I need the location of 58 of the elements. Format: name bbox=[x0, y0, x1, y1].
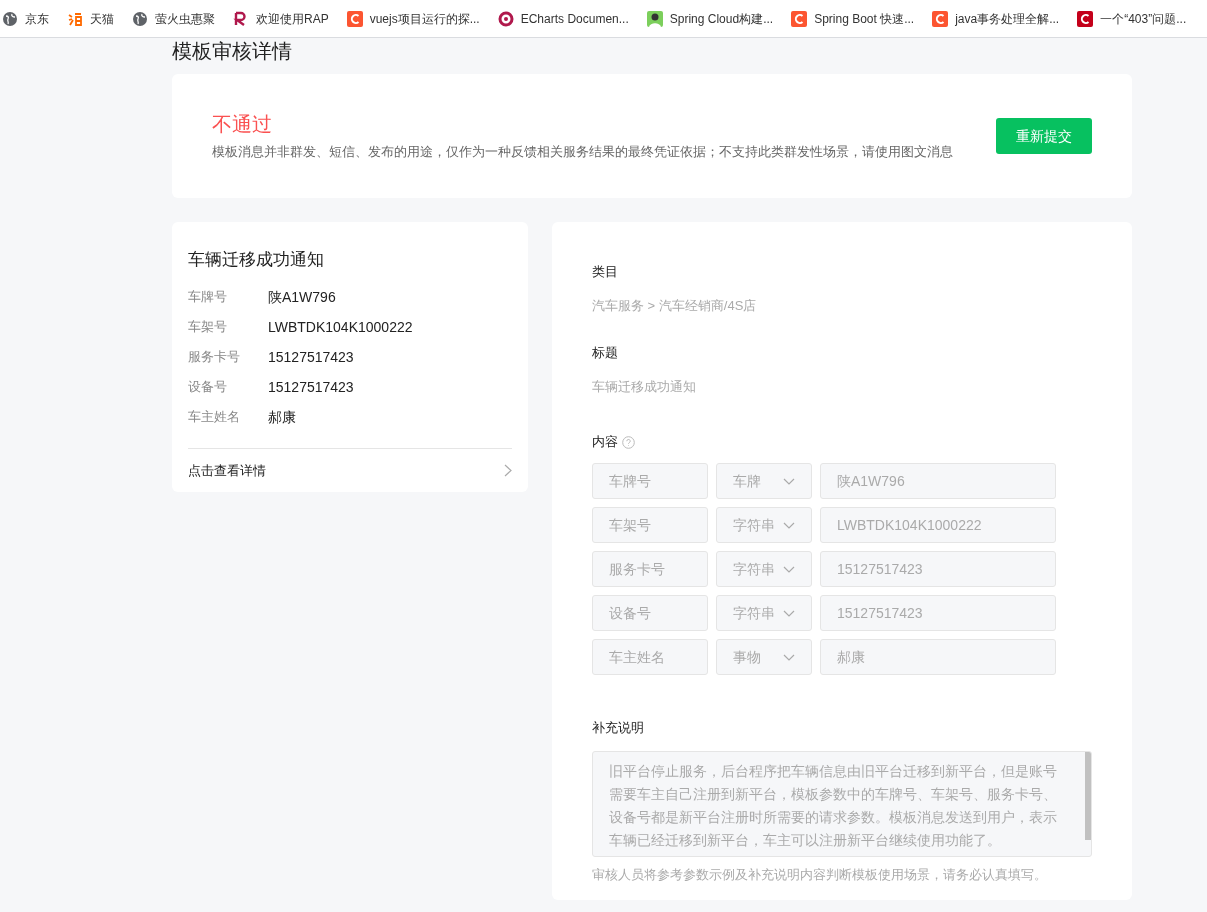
bookmark[interactable]: 天猫 bbox=[67, 9, 114, 28]
example-field[interactable]: 15127517423 bbox=[820, 551, 1056, 587]
type-dropdown[interactable]: 事物 bbox=[716, 639, 812, 675]
bookmark[interactable]: Spring Boot 快速... bbox=[791, 9, 915, 28]
field-label: 车牌号 bbox=[188, 288, 228, 306]
chevron-down-icon bbox=[783, 477, 795, 485]
chevron-down-icon bbox=[783, 653, 795, 661]
field-value: 陕A1W796 bbox=[268, 288, 336, 307]
param-name-field[interactable]: 车主姓名 bbox=[592, 639, 708, 675]
chevron-down-icon bbox=[783, 521, 795, 529]
example-field[interactable]: 郝康 bbox=[820, 639, 1056, 675]
bookmark[interactable]: java事务处理全解... bbox=[932, 9, 1060, 28]
field-value: 15127517423 bbox=[268, 378, 354, 397]
page-title: 模板审核详情 bbox=[172, 39, 293, 64]
param-name-field[interactable]: 设备号 bbox=[592, 595, 708, 631]
bookmark[interactable]: ECharts Documen... bbox=[497, 9, 629, 28]
field-label: 标题 bbox=[592, 344, 619, 362]
example-field[interactable]: LWBTDK104K1000222 bbox=[820, 507, 1056, 543]
field-value: LWBTDK104K1000222 bbox=[268, 318, 413, 337]
field-label: 内容 bbox=[592, 433, 618, 451]
chevron-down-icon bbox=[783, 565, 795, 573]
scrollbar-thumb[interactable] bbox=[1085, 752, 1091, 840]
param-name-field[interactable]: 车牌号 bbox=[592, 463, 708, 499]
field-label: 设备号 bbox=[188, 378, 228, 396]
field-label: 车架号 bbox=[188, 318, 228, 336]
type-dropdown[interactable]: 车牌 bbox=[716, 463, 812, 499]
review-status: 不通过 bbox=[212, 112, 273, 137]
chevron-right-icon bbox=[504, 464, 512, 477]
field-label: 服务卡号 bbox=[188, 348, 241, 366]
field-label: 车主姓名 bbox=[188, 408, 241, 426]
field-label: 补充说明 bbox=[592, 719, 645, 737]
field-label: 类目 bbox=[592, 263, 619, 281]
preview-title: 车辆迁移成功通知 bbox=[188, 249, 325, 271]
bookmark[interactable]: Spring Cloud构建... bbox=[646, 9, 774, 28]
bookmark[interactable]: vuejs项目运行的探... bbox=[346, 9, 480, 28]
hint-text: 审核人员将参考参数示例及补充说明内容判断模板使用场景，请务必认真填写。 bbox=[592, 866, 1048, 884]
bookmark[interactable]: 一个“403”问题... bbox=[1077, 9, 1187, 28]
note-text: 旧平台停止服务，后台程序把车辆信息由旧平台迁移到新平台，但是账号需要车主自己注册到新平台，模板参数中的车牌号、车架号、服务卡号、设备号都是新平台注册时所需要的请求参数。模板消息发送到用户，表示车辆已经迁移到新平台，车主可以注册新平台继续使用功能了。 bbox=[609, 762, 1058, 850]
example-field[interactable]: 15127517423 bbox=[820, 595, 1056, 631]
review-reason: 模板消息并非群发、短信、发布的用途，仅作为一种反馈相关服务结果的最终凭证依据；不支持此类群发性场景，请使用图文消息 bbox=[212, 143, 954, 161]
bookmark[interactable]: 欢迎使用RAP bbox=[233, 9, 329, 28]
note-textarea[interactable]: 旧平台停止服务，后台程序把车辆信息由旧平台迁移到新平台，但是账号需要车主自己注册到新平台，模板参数中的车牌号、车架号、服务卡号、设备号都是新平台注册时所需要的请求参数。模板消息发送到用户，表示车辆已经迁移到新平台，车主可以注册新平台继续使用功能了。 bbox=[592, 751, 1092, 857]
param-name-field[interactable]: 服务卡号 bbox=[592, 551, 708, 587]
type-dropdown[interactable]: 字符串 bbox=[716, 507, 812, 543]
chevron-down-icon bbox=[783, 609, 795, 617]
category-value: 汽车服务 > 汽车经销商/4S店 bbox=[592, 297, 758, 315]
help-icon[interactable] bbox=[622, 435, 635, 449]
resubmit-button[interactable]: 重新提交 bbox=[996, 118, 1092, 154]
param-name-field[interactable]: 车架号 bbox=[592, 507, 708, 543]
example-field[interactable]: 陕A1W796 bbox=[820, 463, 1056, 499]
bookmark[interactable]: 京东 bbox=[2, 9, 49, 28]
type-dropdown[interactable]: 字符串 bbox=[716, 595, 812, 631]
title-value: 车辆迁移成功通知 bbox=[592, 378, 697, 396]
field-value: 郝康 bbox=[268, 408, 296, 427]
type-dropdown[interactable]: 字符串 bbox=[716, 551, 812, 587]
view-details-link[interactable]: 点击查看详情 bbox=[188, 460, 266, 481]
field-value: 15127517423 bbox=[268, 348, 354, 367]
bookmark[interactable]: 萤火虫惠聚 bbox=[132, 9, 215, 28]
